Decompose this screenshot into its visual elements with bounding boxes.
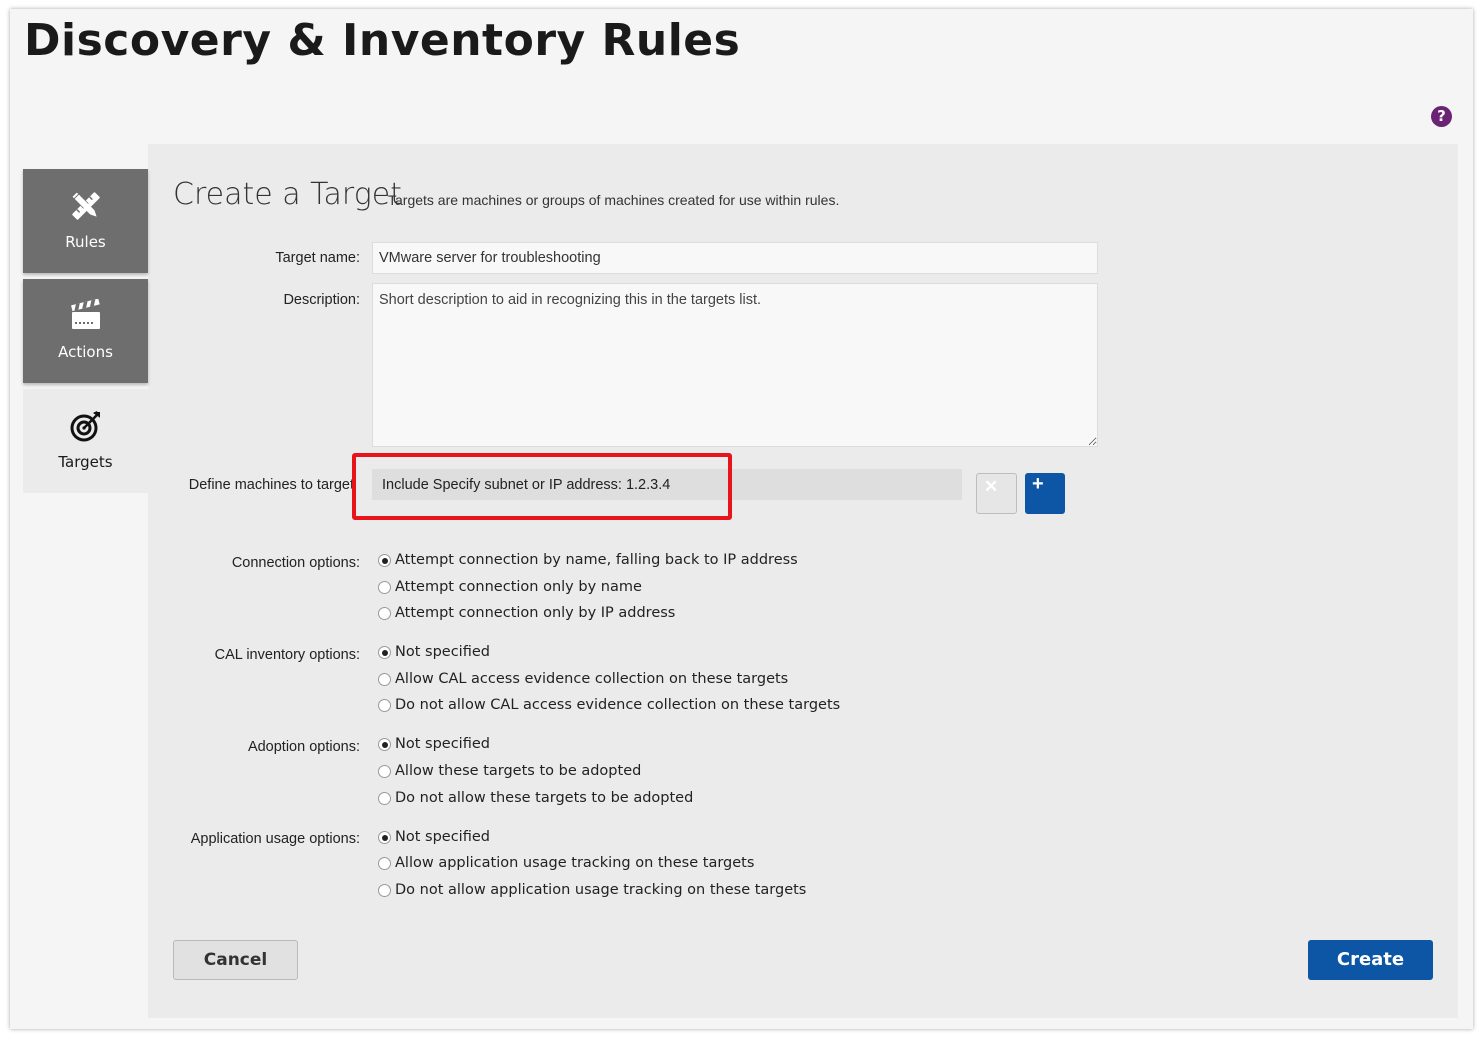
radio-button[interactable]	[378, 765, 391, 778]
remove-target-button[interactable]: ✕	[976, 473, 1017, 514]
radio-button[interactable]	[378, 607, 391, 620]
close-icon: ✕	[984, 477, 999, 496]
sidebar-item-label: Actions	[58, 343, 113, 361]
sidebar-item-targets[interactable]: Targets	[23, 389, 148, 493]
sidebar-item-actions[interactable]: Actions	[23, 279, 148, 383]
radio-button[interactable]	[378, 857, 391, 870]
radio-button[interactable]	[378, 646, 391, 659]
section-title: Create a Target	[173, 177, 402, 212]
define-machines-label: Define machines to target	[188, 477, 354, 493]
add-target-button[interactable]: +	[1025, 473, 1065, 514]
radio-button[interactable]	[378, 738, 391, 751]
adoption-options-label: Adoption options:	[247, 739, 360, 755]
target-name-input[interactable]	[372, 242, 1098, 274]
cancel-button[interactable]: Cancel	[173, 940, 298, 980]
radio-button[interactable]	[378, 884, 391, 897]
cal-options-label: CAL inventory options:	[214, 647, 360, 663]
connection-options-label: Connection options:	[231, 555, 360, 571]
app-usage-options-label: Application usage options:	[190, 831, 360, 847]
plus-icon: +	[1032, 473, 1044, 495]
radio-button[interactable]	[378, 699, 391, 712]
create-button[interactable]: Create	[1308, 940, 1433, 980]
sidebar-item-label: Targets	[58, 453, 113, 471]
pencil-ruler-icon	[72, 192, 100, 220]
radio-button[interactable]	[378, 673, 391, 686]
page-title: Discovery & Inventory Rules	[24, 15, 741, 66]
description-label: Description:	[283, 292, 360, 308]
highlight-annotation	[352, 453, 732, 520]
section-subtitle: Targets are machines or groups of machin…	[388, 192, 840, 208]
target-name-label: Target name:	[275, 250, 360, 266]
radio-button[interactable]	[378, 554, 391, 567]
app-frame: Discovery & Inventory Rules ? Rules Acti…	[10, 9, 1473, 1029]
description-textarea[interactable]	[372, 283, 1098, 447]
sidebar-item-rules[interactable]: Rules	[23, 169, 148, 273]
target-icon	[70, 411, 100, 442]
radio-button[interactable]	[378, 581, 391, 594]
sidebar-item-label: Rules	[65, 233, 106, 251]
question-mark-icon[interactable]: ?	[1431, 106, 1452, 127]
clapperboard-icon	[71, 299, 100, 329]
radio-button[interactable]	[378, 792, 391, 805]
radio-button[interactable]	[378, 831, 391, 844]
